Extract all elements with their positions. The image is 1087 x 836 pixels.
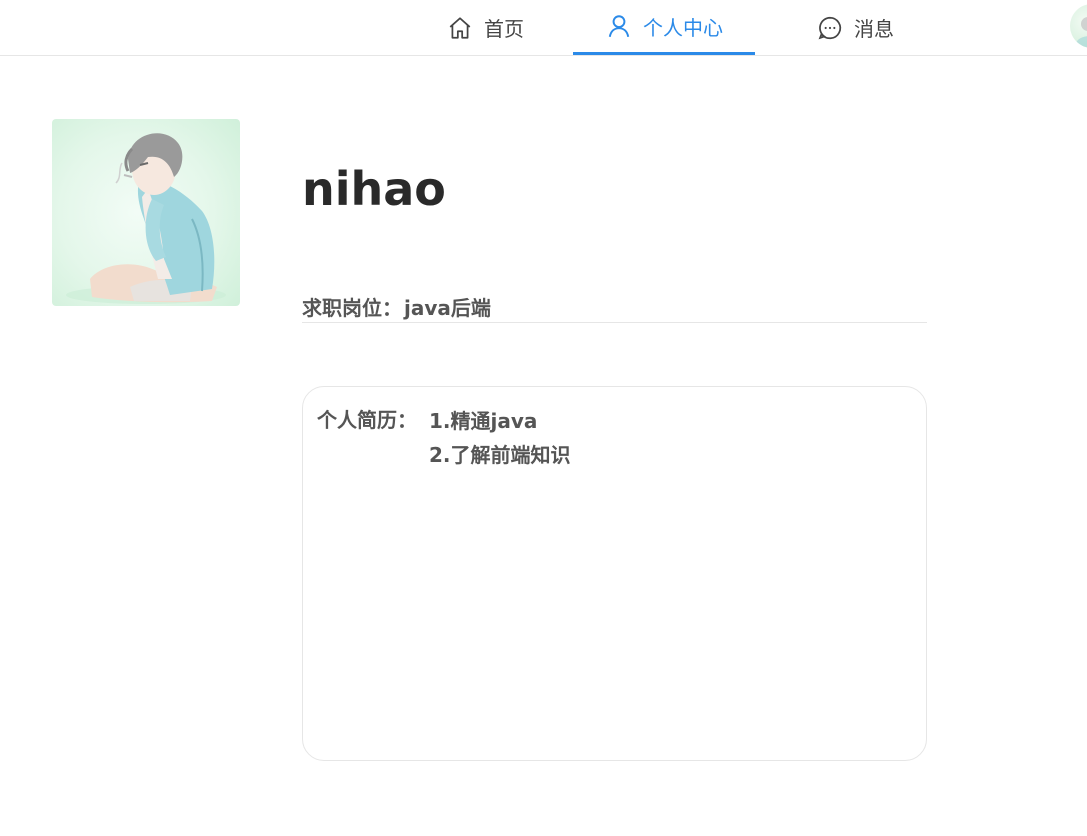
resume-line-1: 1.精通java (429, 409, 538, 433)
profile-username: nihao (302, 162, 446, 216)
nav-item-messages-label: 消息 (854, 17, 894, 41)
resume-box: 个人简历： 1.精通java 2.了解前端知识 (302, 386, 927, 761)
profile-avatar[interactable] (52, 119, 240, 306)
message-icon (816, 14, 844, 42)
nav-item-personal-center[interactable]: 个人中心 (573, 0, 755, 55)
resume-label: 个人简历： (317, 408, 417, 432)
job-position-label: 求职岗位： (302, 296, 402, 320)
resume-content: 1.精通java 2.了解前端知识 (429, 404, 571, 472)
header-avatar[interactable] (1070, 4, 1087, 48)
job-position-value: java后端 (404, 296, 491, 320)
nav-item-home-label: 首页 (484, 17, 524, 41)
nav-item-messages[interactable]: 消息 (790, 0, 920, 55)
top-navigation-bar: 首页 个人中心 消息 (0, 0, 1087, 56)
nav-item-home[interactable]: 首页 (420, 0, 550, 55)
user-icon (605, 12, 633, 40)
nav-item-personal-center-label: 个人中心 (643, 15, 723, 40)
home-icon (446, 14, 474, 42)
resume-line-2: 2.了解前端知识 (429, 443, 571, 467)
job-position-row: 求职岗位： java后端 (302, 292, 927, 323)
